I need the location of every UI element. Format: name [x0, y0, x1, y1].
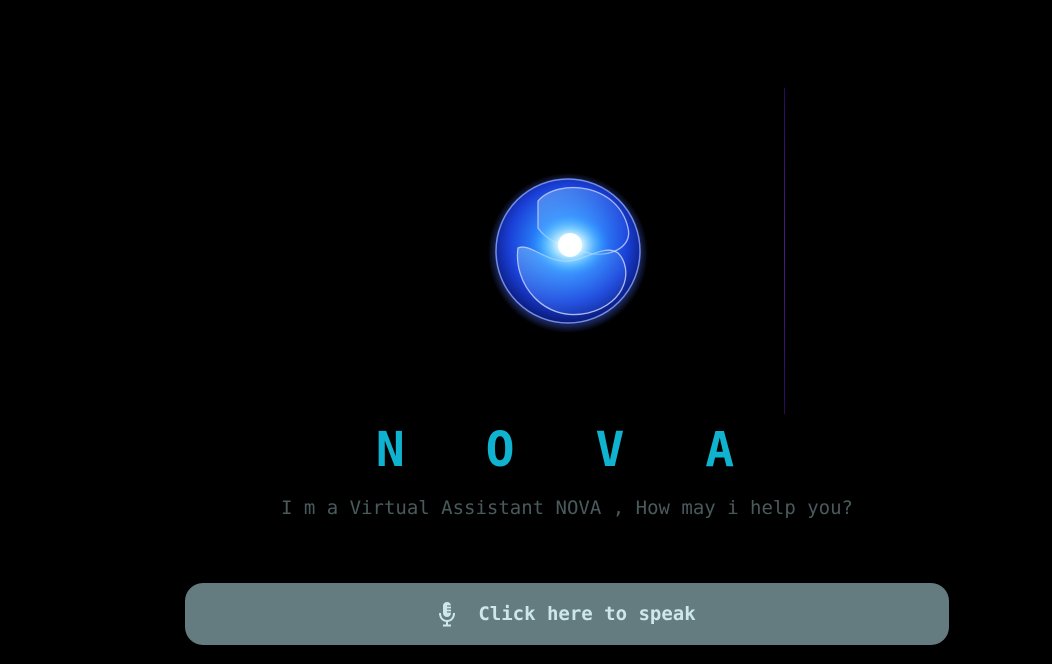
vertical-divider: [784, 88, 785, 414]
microphone-icon: [439, 602, 456, 627]
assistant-greeting: I m a Virtual Assistant NOVA , How may i…: [281, 497, 853, 519]
page-title: N O V A: [375, 422, 761, 478]
speak-button-label: Click here to speak: [478, 603, 696, 625]
speak-button[interactable]: Click here to speak: [185, 583, 949, 645]
nova-orb-icon: [488, 173, 648, 333]
app-root: N O V A I m a Virtual Assistant NOVA , H…: [0, 0, 1052, 664]
